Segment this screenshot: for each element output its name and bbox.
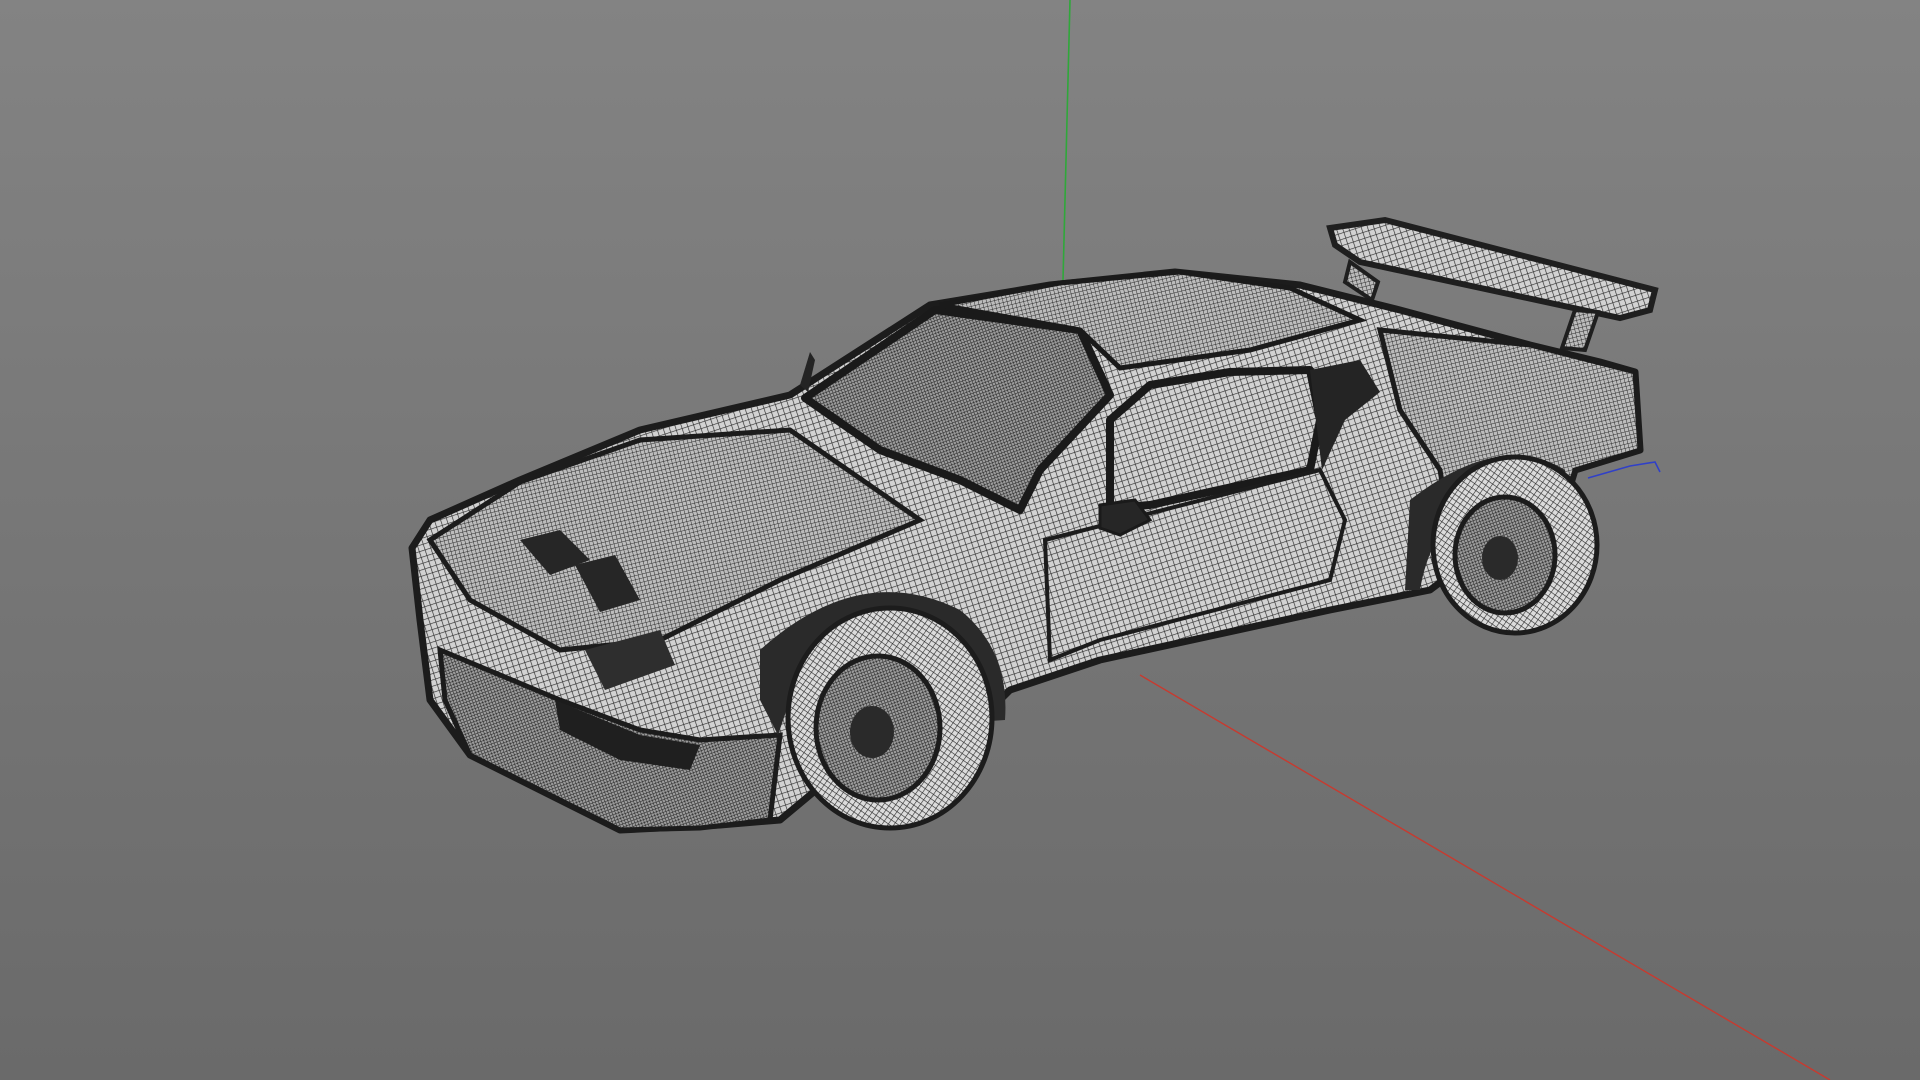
rear-wheel: [1430, 454, 1600, 636]
rear-hub: [1482, 536, 1518, 580]
3d-viewport[interactable]: [0, 0, 1920, 1080]
x-axis-line: [1139, 674, 1831, 1080]
y-axis-line: [1061, 0, 1071, 321]
front-hub: [850, 706, 894, 758]
car-wireframe-model[interactable]: [408, 216, 1659, 834]
front-wheel: [785, 605, 995, 831]
viewport-canvas[interactable]: [0, 0, 1920, 1080]
